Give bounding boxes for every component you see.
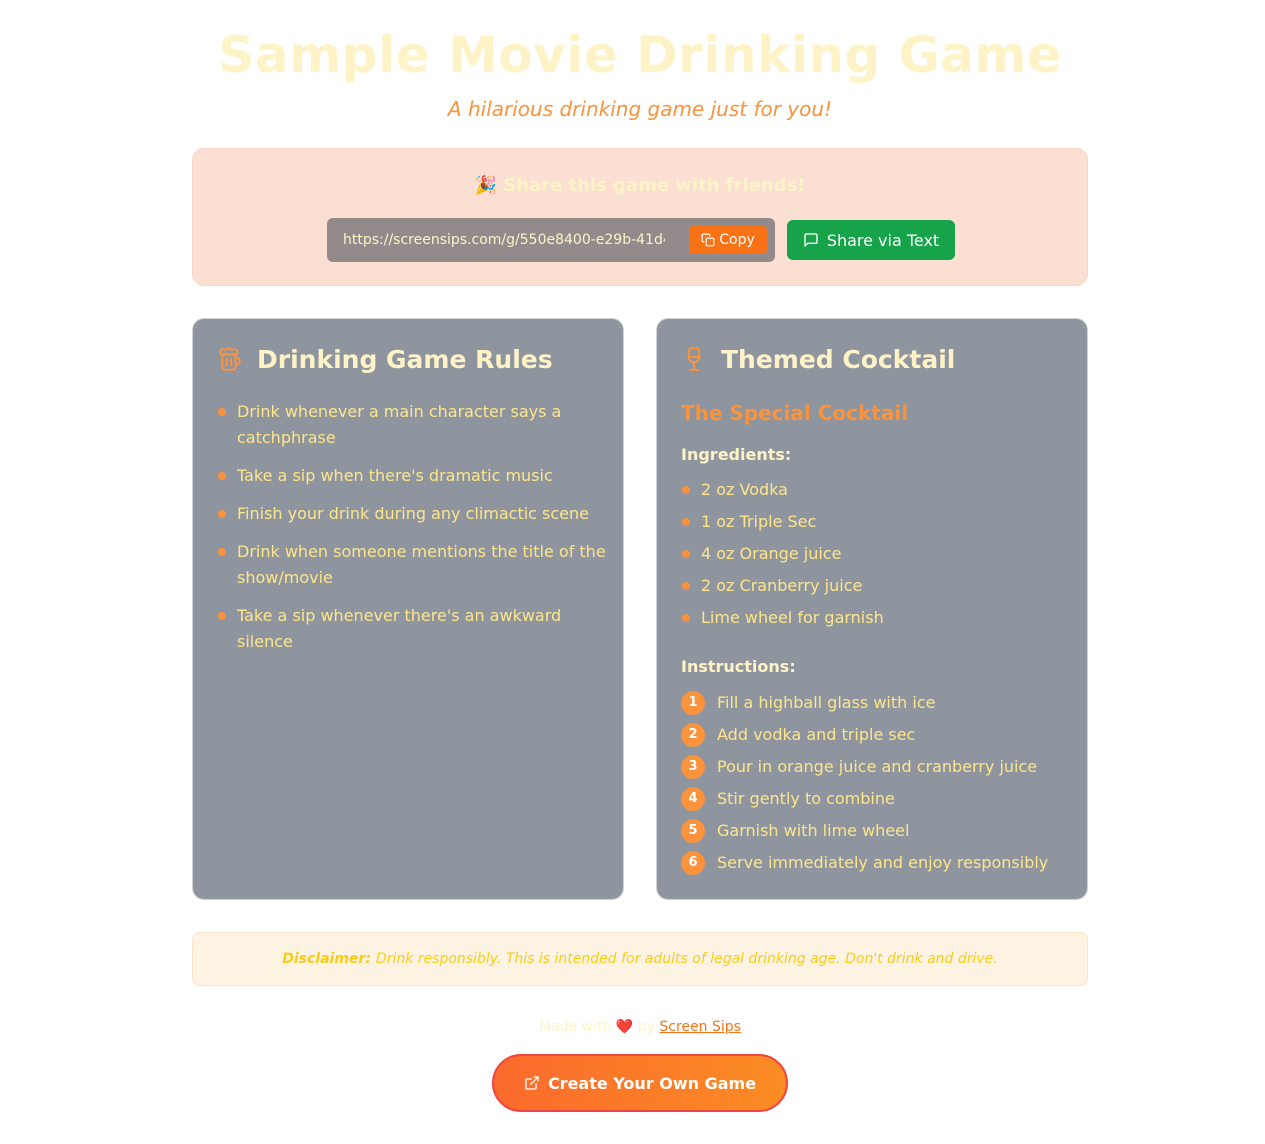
step-number-badge: 2 — [681, 723, 705, 747]
share-heading: 🎉 Share this game with friends! — [193, 175, 1087, 196]
wine-glass-icon — [681, 345, 707, 373]
cocktail-card-title: Themed Cocktail — [721, 344, 956, 374]
ingredient-text: 2 oz Cranberry juice — [701, 576, 863, 595]
disclaimer-label: Disclaimer: — [282, 951, 371, 967]
step-number-badge: 3 — [681, 755, 705, 779]
rule-item: Drink whenever a main character says a c… — [217, 399, 607, 451]
copy-button[interactable]: Copy — [689, 226, 767, 254]
screen-sips-link[interactable]: Screen Sips — [659, 1019, 741, 1035]
bullet-dot-icon — [218, 548, 226, 556]
disclaimer-banner: Disclaimer: Drink responsibly. This is i… — [192, 932, 1088, 986]
bullet-dot-icon — [682, 486, 690, 494]
bullet-dot-icon — [218, 510, 226, 518]
by-text: by — [637, 1019, 655, 1035]
ingredient-item: Lime wheel for garnish — [681, 605, 1071, 637]
create-game-label: Create Your Own Game — [547, 1073, 757, 1093]
ingredient-text: Lime wheel for garnish — [701, 608, 884, 627]
ingredient-item: 1 oz Triple Sec — [681, 509, 1071, 541]
heart-icon: ❤️ — [615, 1019, 634, 1035]
instruction-step: 5 Garnish with lime wheel — [681, 819, 1081, 851]
instructions-label: Instructions: — [681, 657, 796, 676]
step-number-badge: 6 — [681, 851, 705, 875]
step-text: Garnish with lime wheel — [717, 821, 910, 840]
share-url-box: Copy — [327, 218, 775, 262]
party-popper-icon: 🎉 — [474, 175, 497, 196]
beer-mug-icon — [217, 345, 243, 373]
rule-text: Drink when someone mentions the title of… — [237, 542, 606, 587]
instruction-step: 4 Stir gently to combine — [681, 787, 1081, 819]
share-via-text-button[interactable]: Share via Text — [787, 220, 955, 260]
rule-text: Take a sip when there's dramatic music — [237, 466, 553, 485]
share-panel: 🎉 Share this game with friends! Copy Sha… — [192, 148, 1088, 286]
disclaimer-text: Drink responsibly. This is intended for … — [375, 951, 998, 967]
rule-text: Drink whenever a main character says a c… — [237, 402, 562, 447]
create-your-own-game-button[interactable]: Create Your Own Game — [492, 1054, 788, 1112]
bullet-dot-icon — [682, 614, 690, 622]
footer-credit: Made with ❤️ by Screen Sips — [0, 1019, 1265, 1035]
external-link-icon — [524, 1075, 540, 1091]
step-text: Add vodka and triple sec — [717, 725, 916, 744]
copy-icon — [701, 233, 715, 247]
instruction-step: 2 Add vodka and triple sec — [681, 723, 1081, 755]
rule-item: Take a sip whenever there's an awkward s… — [217, 603, 607, 655]
cocktail-card-header: Themed Cocktail — [681, 343, 955, 375]
share-url-input[interactable] — [335, 224, 673, 256]
ingredients-label: Ingredients: — [681, 445, 792, 464]
step-text: Pour in orange juice and cranberry juice — [717, 757, 1038, 776]
ingredient-item: 2 oz Cranberry juice — [681, 573, 1071, 605]
share-via-text-label: Share via Text — [826, 230, 940, 250]
message-icon — [803, 232, 819, 248]
copy-button-label: Copy — [719, 232, 755, 248]
bullet-dot-icon — [682, 550, 690, 558]
instructions-list: 1 Fill a highball glass with ice 2 Add vod… — [681, 691, 1081, 883]
ingredient-item: 4 oz Orange juice — [681, 541, 1071, 573]
share-heading-text: Share this game with friends! — [503, 175, 806, 196]
ingredient-item: 2 oz Vodka — [681, 477, 1071, 509]
rule-item: Drink when someone mentions the title of… — [217, 539, 607, 591]
bullet-dot-icon — [682, 518, 690, 526]
step-text: Fill a highball glass with ice — [717, 693, 936, 712]
bullet-dot-icon — [682, 582, 690, 590]
cocktail-name: The Special Cocktail — [681, 401, 909, 425]
step-number-badge: 5 — [681, 819, 705, 843]
step-text: Stir gently to combine — [717, 789, 895, 808]
ingredient-text: 1 oz Triple Sec — [701, 512, 817, 531]
step-number-badge: 1 — [681, 691, 705, 715]
rules-card-header: Drinking Game Rules — [217, 343, 553, 375]
bullet-dot-icon — [218, 408, 226, 416]
ingredient-text: 2 oz Vodka — [701, 480, 788, 499]
rule-item: Finish your drink during any climactic s… — [217, 501, 607, 527]
rules-card-title: Drinking Game Rules — [257, 344, 553, 374]
ingredients-list: 2 oz Vodka 1 oz Triple Sec 4 oz Orange j… — [681, 477, 1071, 637]
page-title: Sample Movie Drinking Game — [218, 26, 1062, 84]
step-text: Serve immediately and enjoy responsibly — [717, 853, 1049, 872]
bullet-dot-icon — [218, 612, 226, 620]
rule-item: Take a sip when there's dramatic music — [217, 463, 607, 489]
page-subtitle: A hilarious drinking game just for you! — [447, 97, 833, 121]
ingredient-text: 4 oz Orange juice — [701, 544, 842, 563]
rule-text: Take a sip whenever there's an awkward s… — [237, 606, 562, 651]
instruction-step: 6 Serve immediately and enjoy responsibly — [681, 851, 1081, 883]
instruction-step: 3 Pour in orange juice and cranberry juic… — [681, 755, 1081, 787]
rules-card: Drinking Game Rules Drink whenever a mai… — [192, 318, 624, 900]
step-number-badge: 4 — [681, 787, 705, 811]
rule-text: Finish your drink during any climactic s… — [237, 504, 590, 523]
instruction-step: 1 Fill a highball glass with ice — [681, 691, 1081, 723]
made-with-text: Made with — [539, 1019, 612, 1035]
rules-list: Drink whenever a main character says a c… — [217, 399, 607, 667]
cocktail-card: Themed Cocktail The Special Cocktail Ing… — [656, 318, 1088, 900]
bullet-dot-icon — [218, 472, 226, 480]
